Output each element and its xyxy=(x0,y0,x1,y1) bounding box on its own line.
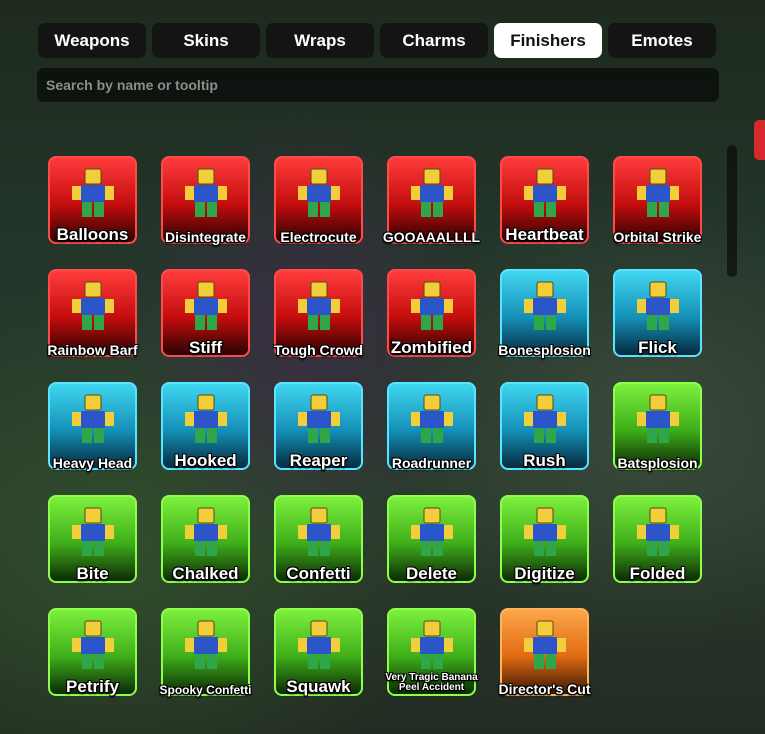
finisher-label: Squawk xyxy=(286,677,351,696)
finisher-card[interactable]: Heavy Head xyxy=(48,382,137,471)
character-icon xyxy=(523,168,566,218)
character-icon xyxy=(410,394,453,444)
character-icon xyxy=(297,281,340,331)
finisher-label: Digitize xyxy=(514,564,575,583)
finisher-label: GOOAAALLLL xyxy=(382,229,481,245)
finisher-card[interactable]: Rainbow Barf xyxy=(47,269,138,358)
finisher-card[interactable]: Squawk xyxy=(274,608,363,696)
finisher-card[interactable]: Heartbeat xyxy=(500,156,589,244)
finisher-label: Bite xyxy=(76,564,109,583)
finisher-card[interactable]: Roadrunner xyxy=(387,382,476,471)
finisher-label: Heavy Head xyxy=(52,455,133,471)
tab-skins[interactable]: Skins xyxy=(152,23,260,58)
finisher-label: Batsplosion xyxy=(617,455,698,471)
finisher-label: Confetti xyxy=(286,564,351,583)
finisher-grid: Balloons Disintegrate Electrocute GOOAAALLL… xyxy=(47,156,702,697)
character-icon xyxy=(71,168,114,218)
tab-emotes[interactable]: Emotes xyxy=(608,23,716,58)
finisher-label: Roadrunner xyxy=(391,455,472,471)
search-input[interactable] xyxy=(46,77,719,93)
finisher-card[interactable]: Director's Cut xyxy=(498,608,591,697)
finisher-label: Chalked xyxy=(172,564,239,583)
finisher-card[interactable]: Balloons xyxy=(48,156,137,244)
finisher-label: Petrify xyxy=(66,677,119,696)
finisher-label: Spooky Confetti xyxy=(159,683,252,697)
finisher-card[interactable]: Stiff xyxy=(161,269,250,357)
finisher-label: Rush xyxy=(523,451,566,470)
finisher-card[interactable]: Very Tragic Banana Peel Accident xyxy=(385,608,478,696)
side-tab-handle[interactable] xyxy=(754,120,765,160)
finisher-label: Flick xyxy=(638,338,677,357)
character-icon xyxy=(636,281,679,331)
search-bar xyxy=(37,68,719,102)
character-icon xyxy=(636,394,679,444)
character-icon xyxy=(71,394,114,444)
finisher-card[interactable]: Petrify xyxy=(48,608,137,696)
finisher-card[interactable]: Delete xyxy=(387,495,476,583)
character-icon xyxy=(523,620,566,670)
tab-wraps[interactable]: Wraps xyxy=(266,23,374,58)
character-icon xyxy=(184,507,227,557)
finisher-label: Director's Cut xyxy=(498,681,591,697)
character-icon xyxy=(71,507,114,557)
character-icon xyxy=(297,507,340,557)
finisher-card[interactable]: Folded xyxy=(613,495,702,583)
finisher-card[interactable]: Bonesplosion xyxy=(498,269,591,358)
finisher-label: Orbital Strike xyxy=(613,229,702,245)
finisher-label: Very Tragic Banana Peel Accident xyxy=(385,672,478,693)
tab-charms[interactable]: Charms xyxy=(380,23,488,58)
category-tabs: Weapons Skins Wraps Charms Finishers Emo… xyxy=(38,23,716,58)
finisher-label: Tough Crowd xyxy=(273,342,364,358)
finisher-label: Delete xyxy=(405,564,458,583)
character-icon xyxy=(297,394,340,444)
finisher-card[interactable]: Zombified xyxy=(387,269,476,357)
finisher-card[interactable]: Tough Crowd xyxy=(273,269,364,358)
character-icon xyxy=(297,620,340,670)
finisher-card[interactable]: Rush xyxy=(500,382,589,470)
finisher-label: Disintegrate xyxy=(165,229,246,245)
finisher-label: Zombified xyxy=(390,338,473,357)
finisher-label: Rainbow Barf xyxy=(47,342,138,358)
finisher-card[interactable]: Flick xyxy=(613,269,702,357)
finisher-card[interactable]: Confetti xyxy=(274,495,363,583)
finisher-label: Reaper xyxy=(289,451,348,470)
tab-finishers[interactable]: Finishers xyxy=(494,23,602,58)
character-icon xyxy=(410,168,453,218)
finisher-card[interactable]: Disintegrate xyxy=(161,156,250,245)
character-icon xyxy=(71,620,114,670)
finisher-label: Folded xyxy=(629,564,686,583)
character-icon xyxy=(184,168,227,218)
scrollbar[interactable] xyxy=(727,145,737,277)
finisher-label: Hooked xyxy=(174,451,237,470)
finisher-card[interactable]: Orbital Strike xyxy=(613,156,702,245)
finisher-label: Bonesplosion xyxy=(498,342,591,358)
finisher-card[interactable]: Batsplosion xyxy=(613,382,702,471)
character-icon xyxy=(523,281,566,331)
tab-weapons[interactable]: Weapons xyxy=(38,23,146,58)
character-icon xyxy=(184,620,227,670)
character-icon xyxy=(297,168,340,218)
finisher-card[interactable]: Electrocute xyxy=(274,156,363,245)
character-icon xyxy=(523,394,566,444)
character-icon xyxy=(410,620,453,670)
finisher-label: Electrocute xyxy=(280,229,357,245)
finisher-label: Heartbeat xyxy=(505,225,584,244)
finisher-label: Stiff xyxy=(188,338,223,357)
finisher-card[interactable]: Hooked xyxy=(161,382,250,470)
character-icon xyxy=(184,394,227,444)
finisher-card[interactable]: GOOAAALLLL xyxy=(383,156,480,245)
character-icon xyxy=(523,507,566,557)
finisher-card[interactable]: Spooky Confetti xyxy=(159,608,252,697)
finisher-card[interactable]: Chalked xyxy=(161,495,250,583)
character-icon xyxy=(184,281,227,331)
character-icon xyxy=(410,281,453,331)
character-icon xyxy=(636,168,679,218)
finisher-label: Balloons xyxy=(56,225,129,244)
character-icon xyxy=(71,281,114,331)
finisher-card[interactable]: Bite xyxy=(48,495,137,583)
character-icon xyxy=(410,507,453,557)
character-icon xyxy=(636,507,679,557)
finisher-card[interactable]: Reaper xyxy=(274,382,363,470)
finisher-card[interactable]: Digitize xyxy=(500,495,589,583)
